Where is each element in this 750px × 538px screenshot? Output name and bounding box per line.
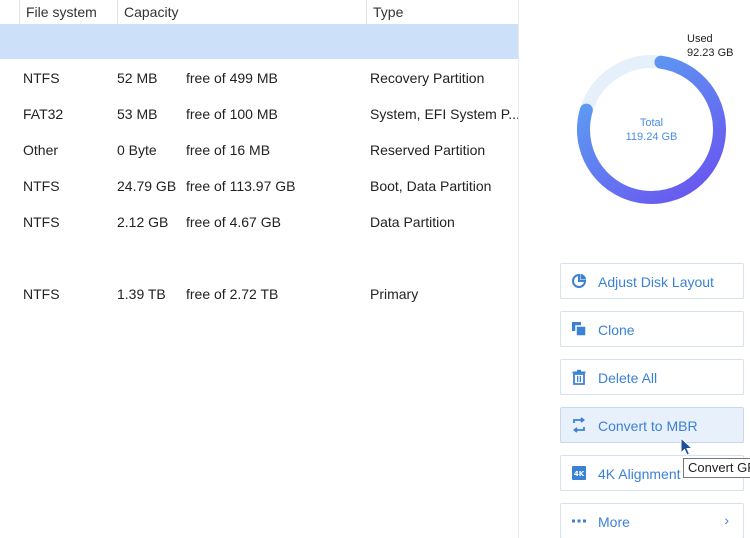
table-row[interactable]: NTFS 52 MB free of 499 MB Recovery Parti…	[0, 60, 518, 96]
used-value: 92.23 GB	[687, 47, 734, 59]
more-dots-icon	[572, 519, 586, 523]
cell-free: free of 100 MB	[186, 106, 278, 122]
cell-type: Boot, Data Partition	[370, 178, 492, 194]
convert-icon	[573, 417, 585, 433]
header-capacity[interactable]: Capacity	[117, 0, 367, 24]
cell-free: free of 4.67 GB	[186, 214, 281, 230]
chevron-right-icon: ›	[724, 512, 729, 528]
cell-used: 53 MB	[117, 106, 158, 122]
cell-file-system: NTFS	[23, 70, 60, 86]
partition-table: File system Capacity Type NTFS 52 MB fre…	[0, 0, 520, 538]
total-readout: Total 119.24 GB	[574, 116, 729, 144]
cell-file-system: FAT32	[23, 106, 64, 122]
selected-disk-row[interactable]	[0, 24, 518, 59]
header-file-system[interactable]: File system	[19, 0, 117, 24]
cell-type: System, EFI System P...	[370, 106, 520, 122]
4k-icon: 4K	[572, 466, 586, 480]
table-row[interactable]: NTFS 24.79 GB free of 113.97 GB Boot, Da…	[0, 168, 518, 204]
adjust-disk-layout-label: Adjust Disk Layout	[598, 274, 714, 290]
cell-file-system: Other	[23, 142, 59, 158]
4k-alignment-label: 4K Alignment	[598, 466, 681, 482]
pie-chart-icon	[572, 273, 587, 288]
used-label: Used	[687, 33, 713, 45]
convert-to-mbr-button[interactable]: Convert to MBR	[560, 407, 744, 443]
cell-file-system: NTFS	[23, 286, 60, 302]
mouse-cursor-icon	[680, 437, 694, 456]
used-readout: Used 92.23 GB	[687, 32, 747, 60]
cell-used: 1.39 TB	[117, 286, 166, 302]
svg-text:4K: 4K	[574, 470, 585, 478]
total-value: 119.24 GB	[625, 131, 678, 143]
more-label: More	[598, 514, 630, 530]
cell-type: Primary	[370, 286, 419, 302]
cell-type: Reserved Partition	[370, 142, 486, 158]
table-row[interactable]: Other 0 Byte free of 16 MB Reserved Part…	[0, 132, 518, 168]
cell-type: Recovery Partition	[370, 70, 485, 86]
trash-icon	[572, 369, 586, 385]
delete-all-button[interactable]: Delete All	[560, 359, 744, 395]
cell-free: free of 113.97 GB	[186, 178, 296, 194]
delete-all-label: Delete All	[598, 370, 658, 386]
convert-tooltip: Convert GPT to MBR	[683, 458, 750, 478]
cell-file-system: NTFS	[23, 178, 60, 194]
more-button[interactable]: More ›	[560, 503, 744, 538]
table-row[interactable]: FAT32 53 MB free of 100 MB System, EFI S…	[0, 96, 520, 132]
clone-button[interactable]: Clone	[560, 311, 744, 347]
clone-icon	[572, 322, 587, 337]
cell-free: free of 2.72 TB	[186, 286, 279, 302]
cell-used: 0 Byte	[117, 142, 157, 158]
cell-free: free of 16 MB	[186, 142, 271, 158]
cell-used: 52 MB	[117, 70, 158, 86]
table-row[interactable]: NTFS 2.12 GB free of 4.67 GB Data Partit…	[0, 204, 518, 240]
clone-label: Clone	[598, 322, 635, 338]
cell-file-system: NTFS	[23, 214, 60, 230]
cell-used: 24.79 GB	[117, 178, 177, 194]
table-row[interactable]: NTFS 1.39 TB free of 2.72 TB Primary	[0, 276, 518, 312]
cell-used: 2.12 GB	[117, 214, 169, 230]
header-type[interactable]: Type	[366, 0, 518, 24]
total-label: Total	[639, 117, 664, 129]
table-header: File system Capacity Type	[0, 0, 518, 24]
convert-to-mbr-label: Convert to MBR	[598, 418, 698, 434]
cell-free: free of 499 MB	[186, 70, 278, 86]
adjust-disk-layout-button[interactable]: Adjust Disk Layout	[560, 263, 744, 299]
cell-type: Data Partition	[370, 214, 455, 230]
